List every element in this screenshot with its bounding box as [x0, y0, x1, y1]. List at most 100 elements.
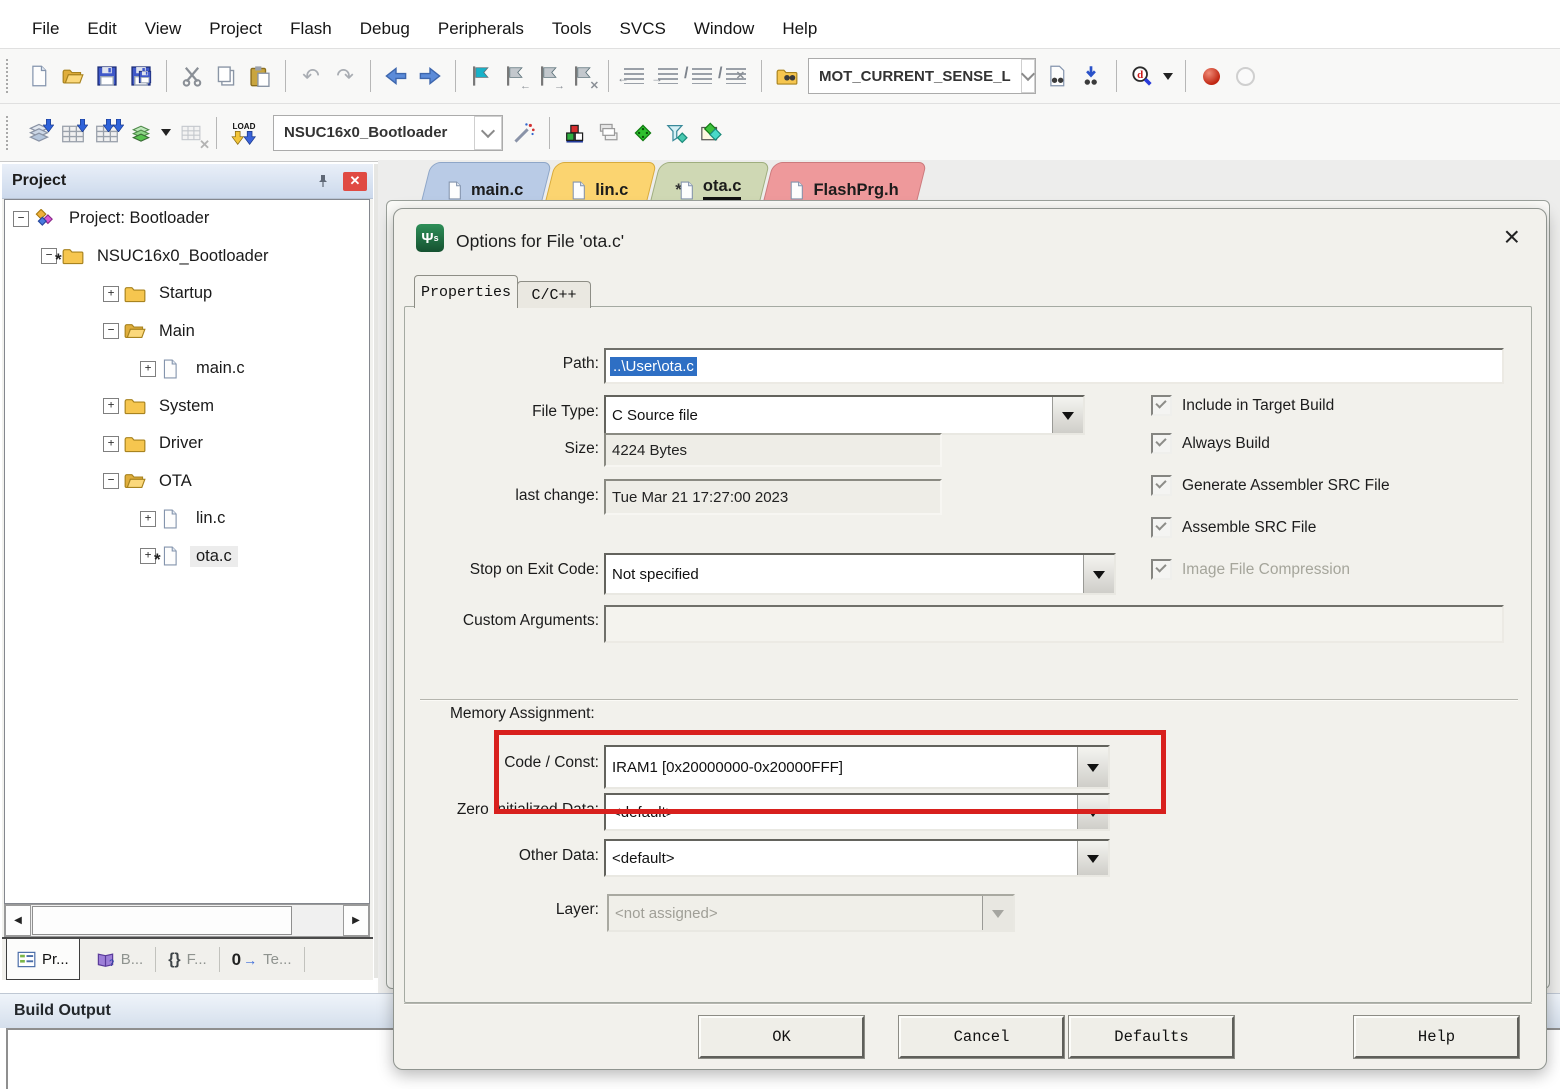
translate-file-icon[interactable] — [22, 115, 56, 151]
redo-icon[interactable]: ↷ — [328, 58, 362, 94]
dropdown-arrow-icon[interactable] — [1083, 555, 1114, 593]
menu-peripherals[interactable]: Peripherals — [424, 13, 538, 45]
scroll-right-button[interactable]: ▶ — [343, 905, 369, 936]
menu-window[interactable]: Window — [680, 13, 768, 45]
insert-breakpoint-icon[interactable] — [1194, 58, 1228, 94]
expand-icon[interactable]: + — [103, 286, 119, 302]
dropdown-arrow-icon[interactable] — [1077, 747, 1108, 787]
previous-bookmark-icon[interactable]: ← — [498, 58, 532, 94]
comment-icon[interactable]: / — [685, 58, 719, 94]
tab-c-cpp[interactable]: C/C++ — [517, 281, 591, 308]
help-button[interactable]: Help — [1354, 1016, 1519, 1058]
toolbar-drag-handle[interactable] — [6, 59, 14, 93]
rebuild-icon[interactable] — [90, 115, 124, 151]
next-bookmark-icon[interactable]: → — [532, 58, 566, 94]
chevron-down-icon[interactable] — [474, 116, 502, 150]
close-panel-button[interactable]: ✕ — [343, 172, 367, 191]
options-for-target-icon[interactable] — [507, 115, 541, 151]
checkbox-icon[interactable] — [1151, 517, 1172, 538]
batch-build-icon[interactable] — [124, 115, 158, 151]
tree-item-startup[interactable]: +Startup — [5, 275, 369, 313]
expand-icon[interactable]: + — [103, 436, 119, 452]
dialog-close-icon[interactable]: × — [1500, 219, 1524, 255]
chevron-down-icon[interactable] — [1021, 59, 1035, 93]
ok-button[interactable]: OK — [699, 1016, 864, 1058]
path-input[interactable]: ..\User\ota.c — [604, 348, 1504, 384]
tree-item-system[interactable]: +System — [5, 388, 369, 426]
pin-icon[interactable] — [313, 171, 333, 191]
disable-breakpoint-icon[interactable] — [1228, 58, 1262, 94]
menu-project[interactable]: Project — [195, 13, 276, 45]
menu-flash[interactable]: Flash — [276, 13, 346, 45]
manage-project-items-icon[interactable] — [592, 115, 626, 151]
navigate-back-icon[interactable] — [379, 58, 413, 94]
tree-item-main[interactable]: −Main — [5, 313, 369, 351]
workspace-tab-b[interactable]: B... — [86, 939, 154, 980]
collapse-icon[interactable]: − — [103, 473, 119, 489]
menu-debug[interactable]: Debug — [346, 13, 424, 45]
batch-build-caret[interactable] — [158, 115, 174, 151]
clear-bookmarks-icon[interactable]: ✕ — [566, 58, 600, 94]
defaults-button[interactable]: Defaults — [1069, 1016, 1234, 1058]
copy-icon[interactable] — [209, 58, 243, 94]
checkbox-icon[interactable] — [1151, 395, 1172, 416]
toolbar-drag-handle[interactable] — [6, 116, 14, 150]
new-file-icon[interactable] — [22, 58, 56, 94]
debug-options-caret[interactable] — [1159, 58, 1177, 94]
search-term-select[interactable]: MOT_CURRENT_SENSE_L — [808, 58, 1036, 94]
navigate-forward-icon[interactable] — [413, 58, 447, 94]
cancel-button[interactable]: Cancel — [899, 1016, 1064, 1058]
menu-svcs[interactable]: SVCS — [606, 13, 680, 45]
paste-icon[interactable] — [243, 58, 277, 94]
tree-item-ota[interactable]: −OTA — [5, 463, 369, 501]
other-data-select[interactable]: <default> — [604, 839, 1110, 877]
workspace-tab-f[interactable]: {}F... — [158, 939, 216, 980]
uncomment-icon[interactable]: /✕ — [719, 58, 753, 94]
target-select[interactable]: NSUC16x0_Bootloader — [273, 115, 503, 151]
save-all-icon[interactable] — [124, 58, 158, 94]
workspace-tab-te[interactable]: 0→Te... — [222, 939, 302, 980]
tab-properties[interactable]: Properties — [414, 275, 518, 308]
stop-build-icon[interactable]: ✕ — [174, 115, 208, 151]
file-type-select[interactable]: C Source file — [604, 395, 1085, 435]
unindent-icon[interactable]: ← — [617, 58, 651, 94]
scrollbar-thumb[interactable] — [32, 906, 292, 935]
expand-icon[interactable]: + — [140, 361, 156, 377]
collapse-icon[interactable]: − — [13, 211, 29, 227]
menu-view[interactable]: View — [131, 13, 196, 45]
incremental-find-icon[interactable] — [1074, 58, 1108, 94]
dropdown-arrow-icon[interactable] — [1077, 841, 1108, 875]
start-stop-debug-icon[interactable] — [1125, 58, 1159, 94]
collapse-icon[interactable]: − — [103, 323, 119, 339]
manage-packs-icon[interactable] — [694, 115, 728, 151]
tree-item-ota-c[interactable]: +*ota.c — [5, 538, 369, 576]
insert-bookmark-icon[interactable] — [464, 58, 498, 94]
checkbox-icon[interactable] — [1151, 475, 1172, 496]
tree-item-project-bootloader[interactable]: −Project: Bootloader — [5, 200, 369, 238]
open-file-icon[interactable] — [56, 58, 90, 94]
indent-icon[interactable]: → — [651, 58, 685, 94]
find-in-files-icon[interactable] — [770, 58, 804, 94]
menu-edit[interactable]: Edit — [73, 13, 130, 45]
find-in-document-icon[interactable] — [1040, 58, 1074, 94]
menu-file[interactable]: File — [18, 13, 73, 45]
scroll-left-button[interactable]: ◀ — [5, 905, 31, 936]
cut-icon[interactable] — [175, 58, 209, 94]
undo-icon[interactable]: ↶ — [294, 58, 328, 94]
custom-arguments-input[interactable] — [604, 605, 1504, 643]
project-tree-hscrollbar[interactable]: ◀ ▶ — [4, 904, 370, 937]
menu-tools[interactable]: Tools — [538, 13, 606, 45]
build-icon[interactable] — [56, 115, 90, 151]
select-packs-icon[interactable] — [660, 115, 694, 151]
manage-rte-icon[interactable] — [558, 115, 592, 151]
tree-item-driver[interactable]: +Driver — [5, 425, 369, 463]
tree-item-lin-c[interactable]: +lin.c — [5, 500, 369, 538]
expand-icon[interactable]: + — [140, 511, 156, 527]
checkbox-icon[interactable] — [1151, 433, 1172, 454]
tree-item-main-c[interactable]: +main.c — [5, 350, 369, 388]
code-const-select[interactable]: IRAM1 [0x20000000-0x20000FFF] — [604, 745, 1110, 789]
assemble-src-checkbox[interactable]: Assemble SRC File — [1151, 517, 1316, 538]
workspace-tab-pr[interactable]: Pr... — [6, 939, 80, 980]
always-build-checkbox[interactable]: Always Build — [1151, 433, 1270, 454]
include-in-target-build-checkbox[interactable]: Include in Target Build — [1151, 395, 1334, 416]
